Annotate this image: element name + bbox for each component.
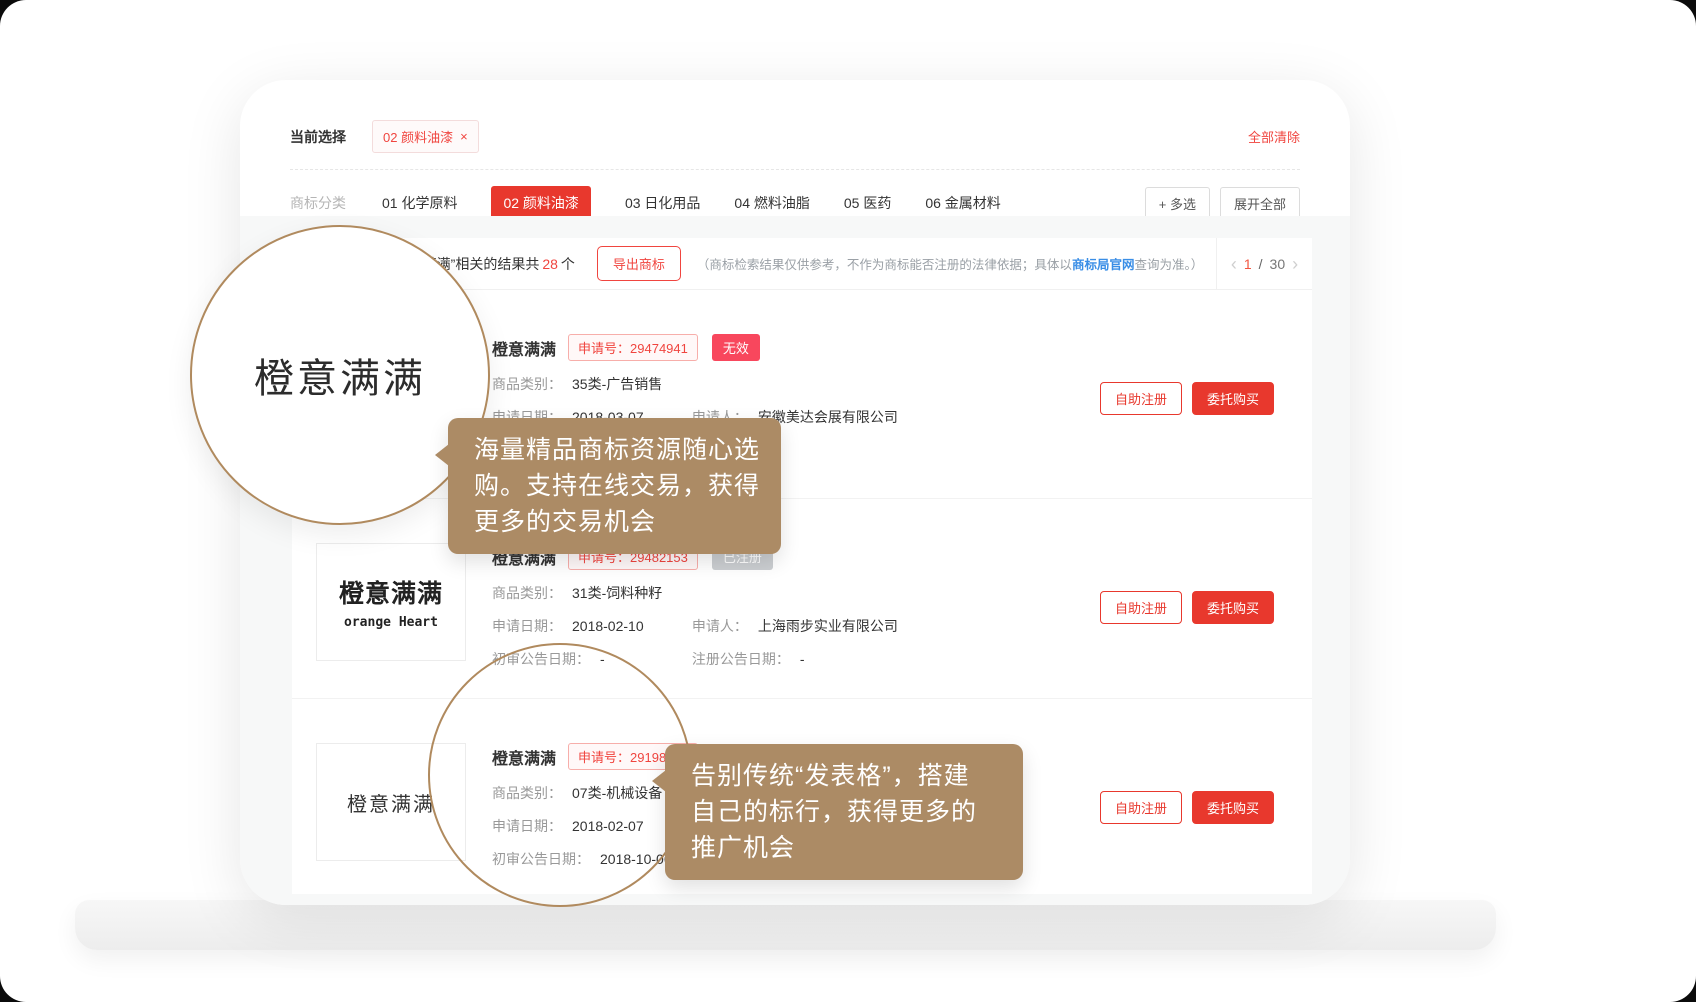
close-icon[interactable]: ×	[460, 130, 468, 143]
selected-filter-tag-text: 02 颜料油漆	[383, 127, 453, 146]
apply-date-pair: 申请日期： 2018-02-10	[492, 616, 688, 636]
multi-select-button[interactable]: + 多选	[1145, 187, 1210, 220]
row-actions: 自助注册 委托购买	[1100, 591, 1274, 698]
entrust-buy-button[interactable]: 委托购买	[1192, 791, 1274, 824]
row-actions: 自助注册 委托购买	[1100, 382, 1274, 498]
tooltip-line: 自己的标行，获得更多的	[691, 794, 997, 830]
results-count: 28	[542, 256, 558, 272]
application-number-tag: 申请号：29474941	[568, 334, 698, 361]
category-item-05[interactable]: 05 医药	[844, 193, 891, 213]
self-register-button[interactable]: 自助注册	[1100, 591, 1182, 624]
category-label: 商品类别：	[492, 585, 562, 601]
disclaimer-text-post: 查询为准。）	[1134, 258, 1203, 272]
tooltip-line: 购。支持在线交易，获得	[474, 468, 755, 504]
category-line: 商品类别： 35类-广告销售	[492, 374, 1082, 394]
category-item-01[interactable]: 01 化学原料	[382, 193, 457, 213]
category-bar-label: 商标分类	[290, 193, 346, 213]
table-row: 橙意满满 orange Heart 橙意满满 申请号：29482153 已注册 …	[292, 498, 1312, 698]
category-value: 31类-饲料种籽	[572, 585, 662, 601]
export-trademarks-button[interactable]: 导出商标	[597, 246, 681, 281]
apply-date-label: 申请日期：	[492, 618, 562, 634]
callout-tooltip-promo: 告别传统“发表格”，搭建 自己的标行，获得更多的 推广机会	[665, 744, 1023, 880]
trademark-name: 橙意满满	[492, 336, 556, 360]
applicant-value: 上海雨步实业有限公司	[758, 618, 898, 634]
trademark-thumbnail: 橙意满满 orange Heart	[316, 543, 466, 661]
expand-all-button[interactable]: 展开全部	[1220, 187, 1300, 220]
clear-all-link[interactable]: 全部清除	[1248, 127, 1300, 146]
page-canvas: 当前选择 02 颜料油漆 × 全部清除 商标分类 01 化学原料 02 颜料油漆…	[0, 0, 1696, 1002]
reg-date-value: -	[800, 651, 805, 667]
pagination-separator: /	[1259, 256, 1263, 272]
status-badge: 无效	[712, 334, 760, 361]
trademark-office-link[interactable]: 商标局官网	[1072, 258, 1135, 272]
category-label: 商品类别：	[492, 376, 562, 392]
self-register-button[interactable]: 自助注册	[1100, 791, 1182, 824]
tooltip-line: 告别传统“发表格”，搭建	[691, 758, 997, 794]
thumbnail-text: 橙意满满	[347, 788, 435, 817]
apply-date-value: 2018-02-10	[572, 618, 644, 634]
pagination: ‹ 1 / 30 ›	[1216, 238, 1312, 289]
magnifier-trademark-text: 橙意满满	[254, 346, 426, 404]
magnifier-circle: 橙意满满	[190, 225, 490, 525]
category-line: 商品类别： 31类-饲料种籽	[492, 583, 1082, 603]
self-register-button[interactable]: 自助注册	[1100, 382, 1182, 415]
thumbnail-text: 橙意满满	[339, 574, 443, 610]
results-summary-suffix: 个	[561, 256, 575, 272]
selected-filter-tag[interactable]: 02 颜料油漆 ×	[372, 120, 479, 153]
tooltip-line: 更多的交易机会	[474, 504, 755, 540]
trademark-category-bar: 商标分类 01 化学原料 02 颜料油漆 03 日化用品 04 燃料油脂 05 …	[290, 186, 1300, 220]
category-item-02-selected[interactable]: 02 颜料油漆	[491, 186, 590, 220]
trademark-title-line: 橙意满满 申请号：29474941 无效	[492, 334, 1082, 361]
pagination-total: 30	[1270, 256, 1286, 272]
application-number-label: 申请号：	[578, 341, 630, 356]
tooltip-line: 推广机会	[691, 830, 997, 866]
chevron-left-icon[interactable]: ‹	[1231, 255, 1237, 273]
thumbnail-subtext: orange Heart	[344, 615, 438, 630]
chevron-right-icon[interactable]: ›	[1292, 255, 1298, 273]
row-actions: 自助注册 委托购买	[1100, 791, 1274, 893]
laptop-base	[75, 900, 1496, 950]
category-item-04[interactable]: 04 燃料油脂	[734, 193, 809, 213]
reg-date-label: 注册公告日期：	[692, 651, 790, 667]
disclaimer-text-pre: （商标检索结果仅供参考，不作为商标能否注册的法律依据；具体以	[697, 258, 1072, 272]
applicant-pair: 申请人： 上海雨步实业有限公司	[692, 616, 898, 636]
pagination-current: 1	[1244, 256, 1252, 272]
current-selection-label: 当前选择	[290, 127, 346, 147]
results-disclaimer: （商标检索结果仅供参考，不作为商标能否注册的法律依据；具体以商标局官网查询为准。…	[697, 254, 1203, 273]
entrust-buy-button[interactable]: 委托购买	[1192, 591, 1274, 624]
category-item-03[interactable]: 03 日化用品	[625, 193, 700, 213]
reg-date-pair: 注册公告日期：-	[692, 649, 888, 669]
applicant-label: 申请人：	[692, 618, 748, 634]
application-number-value: 29474941	[630, 341, 688, 356]
entrust-buy-button[interactable]: 委托购买	[1192, 382, 1274, 415]
category-actions: + 多选 展开全部	[1145, 187, 1300, 220]
date-line: 申请日期： 2018-02-10 申请人： 上海雨步实业有限公司	[492, 616, 1082, 636]
callout-tooltip-trade: 海量精品商标资源随心选 购。支持在线交易，获得 更多的交易机会	[448, 418, 781, 554]
tooltip-line: 海量精品商标资源随心选	[474, 432, 755, 468]
category-value: 35类-广告销售	[572, 376, 662, 392]
current-selection-bar: 当前选择 02 颜料油漆 × 全部清除	[290, 120, 1300, 170]
category-item-06[interactable]: 06 金属材料	[925, 193, 1000, 213]
